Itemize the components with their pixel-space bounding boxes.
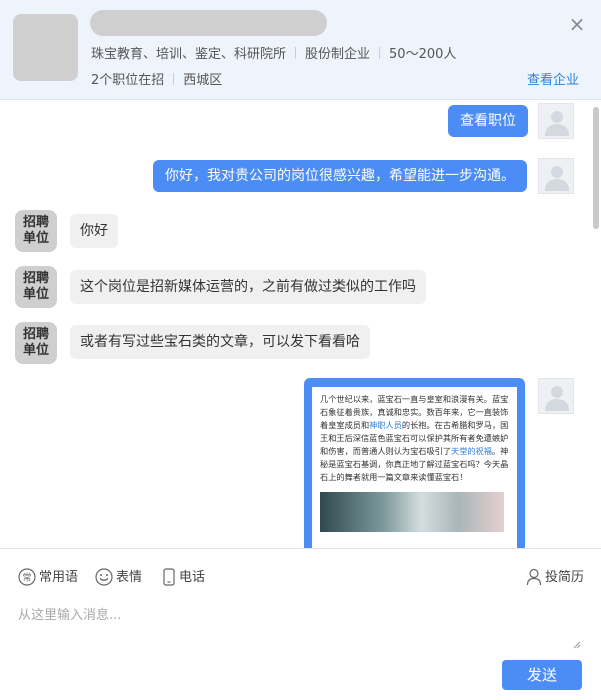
send-resume-label: 投简历: [545, 570, 585, 585]
article-card[interactable]: 几个世纪以来，蓝宝石一直与皇室和浪漫有关。蓝宝石象征着贵族，真诚和忠实。数百年来…: [304, 378, 525, 548]
greeting-bubble: 你好，我对贵公司的岗位很感兴趣，希望能进一步沟通。: [153, 160, 527, 192]
close-icon[interactable]: ×: [567, 14, 587, 34]
phone-button[interactable]: 电话: [162, 566, 205, 586]
compose-area: 常 常用语 表情 电话 投简历 发送: [0, 548, 601, 700]
article-card-content: 几个世纪以来，蓝宝石一直与皇室和浪漫有关。蓝宝石象征着贵族，真诚和忠实。数百年来…: [312, 387, 517, 548]
company-avatar-label: 招聘: [22, 215, 49, 230]
incoming-message: 你好: [70, 214, 118, 248]
company-avatar-label: 招聘: [22, 271, 49, 286]
view-jobs-bubble[interactable]: 查看职位: [448, 105, 528, 137]
company-avatar-label: 单位: [22, 343, 49, 358]
company-name-redacted: [90, 10, 327, 36]
company-avatar: 招聘 单位: [15, 322, 57, 364]
common-phrases-label: 常用语: [39, 570, 79, 585]
company-meta-secondary: 2个职位在招 西城区: [91, 69, 222, 88]
company-type: 股份制企业: [305, 47, 371, 62]
user-avatar: [538, 103, 574, 139]
person-icon: [526, 568, 542, 586]
send-button[interactable]: 发送: [502, 660, 582, 690]
company-district: 西城区: [183, 73, 223, 88]
user-silhouette-icon: [545, 166, 569, 191]
user-silhouette-icon: [545, 386, 569, 411]
company-meta: 珠宝教育、培训、鉴定、科研院所 股份制企业 50～200人: [91, 43, 456, 62]
article-link[interactable]: 天堂的祝福: [451, 446, 492, 456]
incoming-message: 这个岗位是招新媒体运营的，之前有做过类似的工作吗: [70, 270, 426, 304]
common-phrases-button[interactable]: 常 常用语: [18, 566, 78, 586]
incoming-message: 或者有写过些宝石类的文章，可以发下看看哈: [70, 325, 370, 359]
company-header: 珠宝教育、培训、鉴定、科研院所 股份制企业 50～200人 2个职位在招 西城区 × …: [0, 0, 601, 100]
company-avatar-label: 单位: [22, 231, 49, 246]
divider: [173, 73, 175, 85]
divider: [295, 47, 297, 59]
emoji-button[interactable]: 表情: [95, 566, 142, 586]
user-avatar: [538, 378, 574, 414]
smiley-icon: [95, 568, 113, 586]
send-resume-button[interactable]: 投简历: [526, 566, 584, 586]
company-industry: 珠宝教育、培训、鉴定、科研院所: [91, 47, 287, 62]
company-avatar-label: 招聘: [22, 327, 49, 342]
jobs-count: 2个职位在招: [91, 73, 165, 88]
user-silhouette-icon: [545, 111, 569, 136]
emoji-label: 表情: [116, 570, 143, 585]
company-avatar: 招聘 单位: [15, 210, 57, 252]
common-phrases-icon: 常: [18, 568, 36, 586]
view-company-link[interactable]: 查看企业: [527, 69, 579, 88]
company-logo: [13, 14, 78, 81]
divider: [379, 47, 381, 59]
chat-scrollbar[interactable]: [593, 107, 599, 229]
company-size: 50～200人: [389, 47, 457, 62]
message-input[interactable]: [18, 604, 583, 650]
chat-area[interactable]: 查看职位 你好，我对贵公司的岗位很感兴趣，希望能进一步沟通。 招聘 单位 你好 …: [0, 100, 601, 548]
svg-text:常: 常: [22, 572, 31, 584]
phone-icon: [163, 568, 175, 586]
user-avatar: [538, 158, 574, 194]
phone-label: 电话: [179, 570, 206, 585]
company-avatar: 招聘 单位: [15, 266, 57, 308]
company-avatar-label: 单位: [22, 287, 49, 302]
article-image: [320, 492, 504, 532]
resize-grip-icon[interactable]: [573, 641, 581, 649]
article-link[interactable]: 神职人员: [369, 420, 402, 430]
